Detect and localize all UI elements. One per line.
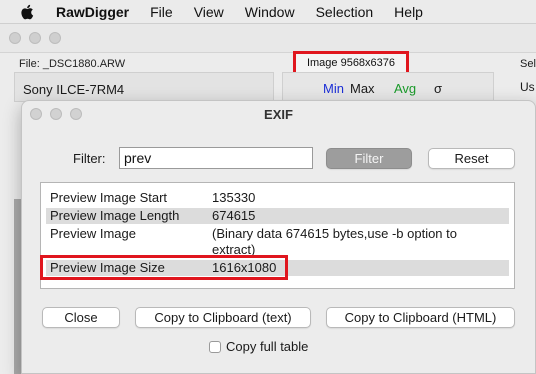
- table-cell-value-line1: (Binary data 674615 bytes,use -b option …: [212, 226, 457, 241]
- stat-avg-header: Avg: [394, 81, 417, 96]
- copy-full-table-label: Copy full table: [226, 339, 309, 354]
- menu-view[interactable]: View: [194, 4, 224, 20]
- table-cell-key: Preview Image: [50, 226, 136, 241]
- menu-window[interactable]: Window: [245, 4, 295, 20]
- camera-model-label: Sony ILCE-7RM4: [23, 82, 125, 97]
- stat-sigma-header: σ: [434, 81, 443, 96]
- stat-max-header: Max: [350, 81, 375, 96]
- dialog-title: EXIF: [264, 107, 293, 122]
- file-name-label: File: _DSC1880.ARW: [19, 58, 126, 70]
- copy-full-table-checkbox[interactable]: [209, 341, 221, 353]
- table-cell-value: 135330: [212, 190, 256, 205]
- table-cell-key: Preview Image Length: [50, 208, 180, 223]
- main-close-button[interactable]: [9, 32, 21, 44]
- menu-app-name[interactable]: RawDigger: [56, 4, 129, 20]
- stats-panel: [282, 72, 494, 102]
- main-minimize-button[interactable]: [29, 32, 41, 44]
- side-panel-text-us: Us: [520, 80, 535, 94]
- apple-menu-icon[interactable]: [20, 4, 36, 20]
- table-row[interactable]: Preview Image Start 135330: [46, 190, 509, 206]
- close-button[interactable]: Close: [42, 307, 120, 328]
- copy-text-button[interactable]: Copy to Clipboard (text): [135, 307, 311, 328]
- menu-file[interactable]: File: [150, 4, 173, 20]
- selection-panel-label: Sel: [520, 58, 536, 70]
- copy-html-button[interactable]: Copy to Clipboard (HTML): [326, 307, 515, 328]
- main-titlebar: [0, 24, 536, 53]
- filter-button[interactable]: Filter: [326, 148, 412, 169]
- table-cell-key: Preview Image Start: [50, 190, 168, 205]
- menu-bar: RawDigger File View Window Selection Hel…: [0, 0, 536, 24]
- reset-button[interactable]: Reset: [428, 148, 515, 169]
- table-row[interactable]: Preview Image Length 674615: [46, 208, 509, 224]
- menu-help[interactable]: Help: [394, 4, 423, 20]
- table-cell-value: 674615: [212, 208, 256, 223]
- preview-size-highlight: [40, 255, 288, 280]
- stat-min-header: Min: [323, 81, 344, 96]
- main-zoom-button[interactable]: [49, 32, 61, 44]
- filter-input[interactable]: [119, 147, 313, 169]
- filter-label: Filter:: [73, 151, 106, 166]
- menu-selection[interactable]: Selection: [316, 4, 374, 20]
- exif-dialog: EXIF Filter: Filter Reset Preview Image …: [21, 100, 536, 374]
